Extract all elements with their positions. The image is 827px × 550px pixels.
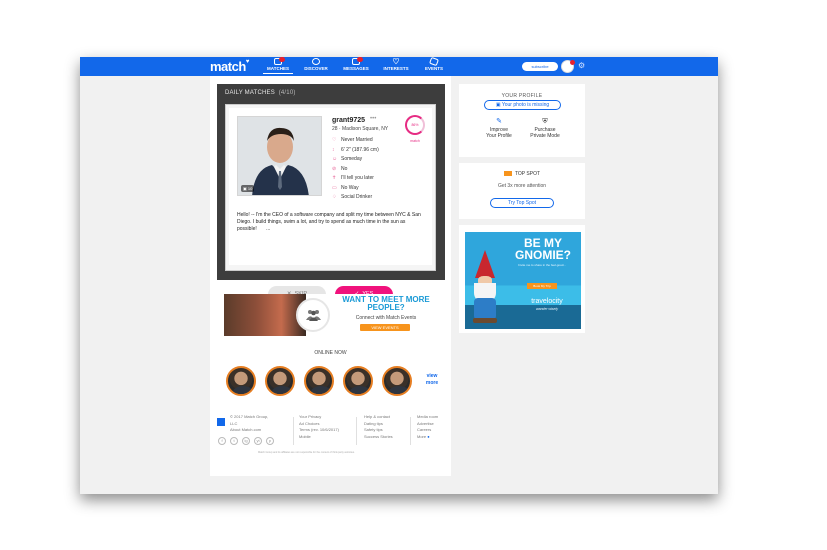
interests-icon: ♡	[392, 57, 400, 66]
top-spot-icon	[503, 171, 512, 177]
try-top-spot-button[interactable]: Try Top Spot	[490, 198, 554, 208]
events-ad-photo	[224, 294, 306, 336]
mobile-link[interactable]: Mobile	[299, 434, 339, 441]
photo-missing-button[interactable]: ▣ Your photo is missing	[484, 100, 561, 110]
online-user-avatar[interactable]	[382, 366, 412, 396]
footer-col-4: Media room Advertise Careers More ●	[417, 414, 438, 440]
success-stories-link[interactable]: Success Stories	[364, 434, 393, 441]
gear-icon[interactable]: ⚙	[578, 62, 585, 70]
people-icon	[296, 298, 330, 332]
top-spot-subtitle: Get 3x more attention	[497, 183, 547, 189]
match-username[interactable]: grant9725	[332, 117, 365, 124]
profile-photo[interactable]: ▣ 10	[237, 116, 322, 196]
more-link[interactable]: More ●	[417, 434, 438, 441]
car-icon: ▭	[332, 184, 337, 191]
online-now-title: ONLINE NOW	[314, 350, 347, 356]
match-location: 28 · Madison Square, NY	[332, 126, 389, 132]
drink-icon: ♢	[332, 194, 337, 200]
bio-more-link[interactable]: ...	[266, 226, 270, 232]
media-room-link[interactable]: Media room	[417, 414, 438, 421]
improve-icon: ✎	[496, 118, 502, 125]
events-ad-sub: Connect with Match Events	[355, 315, 417, 321]
footer-divider	[356, 417, 357, 445]
browser-frame: match♥ MATCHES DISCOVER MESSAGES ♡ INTER…	[80, 57, 718, 494]
matches-icon	[274, 57, 285, 65]
pinterest-icon[interactable]: p	[266, 437, 274, 445]
private-mode-link[interactable]: ⛨ Purchase Private Mode	[523, 118, 567, 139]
match-group-logo	[217, 418, 225, 426]
top-spot-card: TOP SPOT Get 3x more attention Try Top S…	[459, 163, 585, 219]
religion-icon: ✝	[332, 175, 337, 181]
gnome-ad-headline: BE MY GNOMIE?	[515, 236, 571, 262]
gnome-image	[475, 250, 495, 278]
nav-discover[interactable]: DISCOVER	[296, 58, 336, 71]
travelocity-tagline: wander wisely	[536, 307, 558, 311]
nav-events[interactable]: EVENTS	[414, 57, 454, 71]
about-link[interactable]: About Match.com	[230, 427, 268, 434]
footer-divider	[293, 417, 294, 445]
footer-col-3: Help & contact Dating tips Safety tips S…	[364, 414, 393, 440]
travelocity-ad[interactable]: BE MY GNOMIE? Invite me to share in the …	[465, 232, 581, 329]
online-user-avatar[interactable]	[226, 366, 256, 396]
online-user-avatar[interactable]	[343, 366, 373, 396]
twitter-icon[interactable]: t	[230, 437, 238, 445]
match-card[interactable]: ▣ 10 grant9725 ••• 28 · Madison Square, …	[229, 108, 432, 265]
online-user-avatar[interactable]	[304, 366, 334, 396]
your-profile-title: YOUR PROFILE	[501, 93, 543, 99]
notification-dot	[570, 60, 575, 65]
shield-icon: ⛨	[542, 118, 548, 125]
attribute-height: ↕ 6' 2" (187.96 cm)	[332, 146, 379, 153]
subscribe-button[interactable]: subscribe	[522, 62, 558, 71]
messages-icon	[352, 57, 363, 65]
match-percent-ring: 86% match	[405, 115, 425, 143]
help-link[interactable]: Help & contact	[364, 414, 393, 421]
attribute-car: ▭ No Way	[332, 184, 359, 191]
instagram-icon[interactable]: ig	[242, 437, 250, 445]
footer-col-2: Your Privacy Ad Choices Terms (rev. 10/6…	[299, 414, 339, 440]
nav-messages[interactable]: MESSAGES	[336, 57, 376, 71]
attribute-drinking: ♢ Social Drinker	[332, 194, 373, 200]
events-ad-banner[interactable]: WANT TO MEET MORE PEOPLE? Connect with M…	[224, 294, 438, 336]
view-events-button[interactable]: VIEW EVENTS	[360, 324, 410, 331]
events-icon	[429, 57, 439, 67]
attribute-religion: ✝ I'll tell you later	[332, 175, 374, 181]
footer-divider	[410, 417, 411, 445]
photo-count-badge: ▣ 10	[241, 185, 255, 192]
your-profile-card: YOUR PROFILE ▣ Your photo is missing ✎ I…	[459, 84, 585, 157]
heart-icon: ♡	[332, 137, 337, 143]
footer-col-1: © 2017 Match Group, LLC About Match.com	[230, 414, 269, 434]
ruler-icon: ↕	[332, 146, 335, 153]
account-avatar[interactable]	[561, 60, 575, 73]
smoking-icon: ⊘	[332, 165, 337, 172]
view-more-link[interactable]: view more	[422, 373, 442, 387]
nav-interests[interactable]: ♡ INTERESTS	[376, 57, 416, 72]
match-bio: Hello! -- I'm the CEO of a software comp…	[237, 212, 421, 232]
travelocity-logo: travelocity	[531, 298, 563, 305]
match-logo[interactable]: match♥	[210, 59, 249, 74]
book-trip-button[interactable]: Book My Trip	[527, 283, 557, 289]
attribute-smoking: ⊘ No	[332, 165, 348, 172]
daily-matches-panel: DAILY MATCHES (4/10) ▣ 10 grant9725 ••• …	[217, 84, 445, 280]
kids-icon: ☺	[332, 156, 338, 162]
daily-matches-title: DAILY MATCHES (4/10)	[225, 90, 296, 96]
more-options-icon[interactable]: •••	[370, 116, 376, 122]
nav-matches[interactable]: MATCHES	[258, 57, 298, 74]
attribute-list: ♡ Never Married ↕ 6' 2" (187.96 cm) ☺ Somed…	[332, 137, 379, 204]
discover-icon	[312, 58, 320, 65]
attribute-kids: ☺ Someday	[332, 156, 363, 162]
gnome-ad-sub: Invite me to share in the feel-good...	[518, 263, 566, 267]
events-ad-headline: WANT TO MEET MORE PEOPLE?	[342, 295, 430, 312]
top-nav-bar: match♥ MATCHES DISCOVER MESSAGES ♡ INTER…	[80, 57, 718, 76]
online-user-avatar[interactable]	[265, 366, 295, 396]
facebook-icon[interactable]: f	[218, 437, 226, 445]
youtube-icon[interactable]: yt	[254, 437, 262, 445]
legal-text: Match Group and its affiliates are not r…	[258, 451, 355, 454]
terms-link[interactable]: Terms (rev. 10/6/2017)	[299, 427, 339, 434]
improve-profile-link[interactable]: ✎ Improve Your Profile	[477, 118, 521, 139]
top-spot-title: TOP SPOT	[459, 171, 585, 177]
attribute-relationship: ♡ Never Married	[332, 137, 373, 143]
